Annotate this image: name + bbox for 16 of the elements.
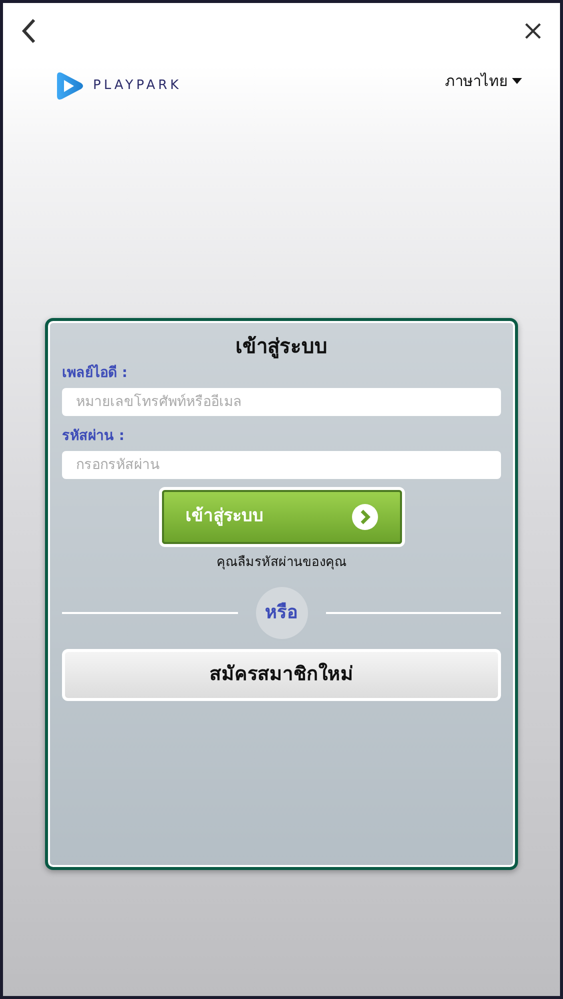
divider-label: หรือ [256,586,308,638]
login-title: เข้าสู่ระบบ [234,333,328,360]
field-label: เพลย์ไอดี : [62,363,128,383]
caret-icon [512,78,522,84]
close-icon [524,22,542,40]
register-button[interactable]: สมัครสมาชิกใหม่ [62,648,501,700]
logo-text: PLAYPARK [93,77,182,96]
input-field[interactable]: หมายเลขโทรศัพท์หรืออีเมล [62,388,501,416]
forgot-password-link[interactable]: คุณลืมรหัสผ่านของคุณ [62,553,501,572]
password-field[interactable]: กรอกรหัสผ่าน [62,451,501,479]
back-icon [21,18,37,44]
close-button[interactable] [524,22,542,40]
back-button[interactable] [21,18,37,44]
arrow-circle-icon [352,504,378,530]
field-label: รหัสผ่าน : [62,427,126,446]
language-dropdown[interactable]: ภาษาไทย [445,70,522,92]
